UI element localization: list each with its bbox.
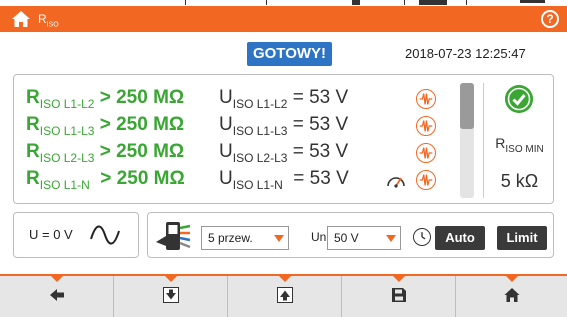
voltage-box: U = 0 V — [13, 212, 139, 258]
check-circle-icon — [505, 85, 533, 113]
limit-button[interactable]: Limit — [497, 226, 547, 250]
scrollbar-thumb[interactable] — [460, 83, 474, 129]
uiso-value: UISO L2-L3 = 53 V — [219, 141, 349, 165]
arrow-left-icon — [49, 289, 64, 301]
home-icon[interactable] — [11, 10, 31, 28]
result-row: RISO L2-L3 > 250 MΩ UISO L2-L3 = 53 V — [14, 141, 454, 167]
notch-marker — [392, 276, 405, 282]
strip-divider — [185, 0, 186, 5]
save-icon — [391, 288, 406, 302]
waveform-icon[interactable] — [416, 143, 436, 163]
notch-marker — [278, 276, 291, 282]
chevron-down-icon[interactable] — [270, 227, 288, 249]
waveform-icon[interactable] — [416, 89, 436, 109]
probe-adapter-icon — [156, 222, 191, 250]
bottom-toolbar — [0, 274, 567, 317]
result-row: RISO L1-L3 > 250 MΩ UISO L1-L3 = 53 V — [14, 114, 454, 140]
back-button[interactable] — [0, 276, 113, 317]
battery-icon — [520, 0, 545, 3]
gauge-icon — [387, 177, 405, 188]
result-row: RISO L1-N > 250 MΩ UISO L1-N = 53 V — [14, 168, 454, 194]
waveform-icon[interactable] — [416, 116, 436, 136]
strip-divider — [466, 0, 467, 5]
status-badge: GOTOWY! — [247, 42, 332, 66]
chevron-down-icon[interactable] — [382, 227, 400, 249]
uiso-value: UISO L1-L3 = 53 V — [219, 114, 349, 138]
datetime-label: 2018-07-23 12:25:47 — [405, 46, 526, 61]
notch-marker — [505, 276, 518, 282]
un-label: Un — [311, 230, 327, 244]
signal-icon — [419, 0, 447, 5]
wire-mode-select[interactable]: 5 przew. — [201, 226, 289, 250]
settings-box: 5 przew. Un 50 V Auto Limit — [147, 212, 554, 258]
header-bar: RISO ? — [0, 6, 567, 32]
voltage-reading: U = 0 V — [29, 227, 73, 242]
results-panel: RISO L1-L2 > 250 MΩ UISO L1-L2 = 53 V RI… — [13, 74, 554, 204]
auto-button[interactable]: Auto — [435, 226, 485, 250]
page-title: RISO — [38, 12, 59, 29]
scroll-up-button[interactable] — [228, 276, 341, 317]
riso-value: RISO L2-L3 > 250 MΩ — [26, 141, 185, 165]
results-scrollbar[interactable] — [460, 83, 474, 198]
riso-value: RISO L1-L3 > 250 MΩ — [26, 114, 185, 138]
riso-value: RISO L1-L2 > 250 MΩ — [26, 87, 185, 111]
notch-marker — [164, 276, 177, 282]
waveform-icon[interactable] — [416, 170, 436, 190]
riso-min-value: 5 kΩ — [500, 171, 539, 191]
meter-screen: RISO ? GOTOWY! 2018-07-23 12:25:47 RISO … — [0, 0, 567, 317]
riso-min-label: RISO MIN — [495, 135, 544, 155]
wire-mode-value: 5 przew. — [208, 231, 253, 245]
notch-marker — [50, 276, 63, 282]
uiso-value: UISO L1-N = 53 V — [219, 168, 349, 192]
strip-icon — [352, 0, 360, 5]
save-button[interactable] — [342, 276, 455, 317]
clock-icon[interactable] — [413, 228, 431, 246]
scroll-down-button[interactable] — [114, 276, 227, 317]
home-button[interactable] — [456, 276, 567, 317]
sine-wave-icon — [90, 225, 120, 245]
result-row: RISO L1-L2 > 250 MΩ UISO L1-L2 = 53 V — [14, 87, 454, 113]
home-icon — [504, 288, 519, 302]
test-voltage-select[interactable]: 50 V — [327, 226, 401, 250]
strip-divider — [404, 0, 405, 5]
strip-divider — [266, 0, 267, 5]
riso-value: RISO L1-N > 250 MΩ — [26, 168, 185, 192]
help-icon[interactable]: ? — [541, 10, 559, 28]
scroll-up-icon — [276, 287, 293, 303]
test-voltage-value: 50 V — [334, 231, 359, 245]
scroll-down-icon — [162, 287, 179, 303]
uiso-value: UISO L1-L2 = 53 V — [219, 87, 349, 111]
